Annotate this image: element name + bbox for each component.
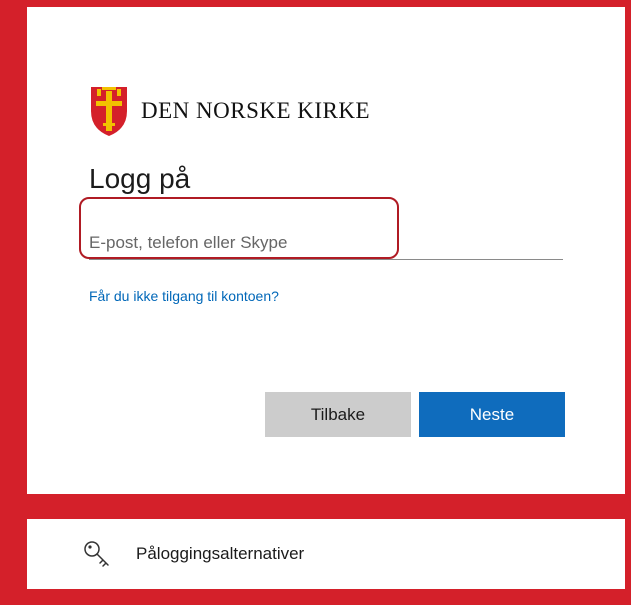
email-input[interactable] — [89, 227, 563, 260]
brand-name: DEN NORSKE KIRKE — [141, 98, 371, 123]
church-shield-icon — [91, 87, 127, 136]
brand-logo: DEN NORSKE KIRKE — [89, 85, 370, 137]
key-icon — [84, 541, 109, 567]
next-button[interactable]: Neste — [419, 392, 565, 437]
account-access-link[interactable]: Får du ikke tilgang til kontoen? — [89, 288, 279, 304]
signin-options-label: Påloggingsalternativer — [136, 544, 305, 563]
signin-card: DEN NORSKE KIRKE Logg på Får du ikke til… — [27, 7, 625, 494]
page-title: Logg på — [89, 163, 191, 194]
signin-options-button[interactable]: Påloggingsalternativer — [27, 519, 625, 589]
back-button[interactable]: Tilbake — [265, 392, 411, 437]
